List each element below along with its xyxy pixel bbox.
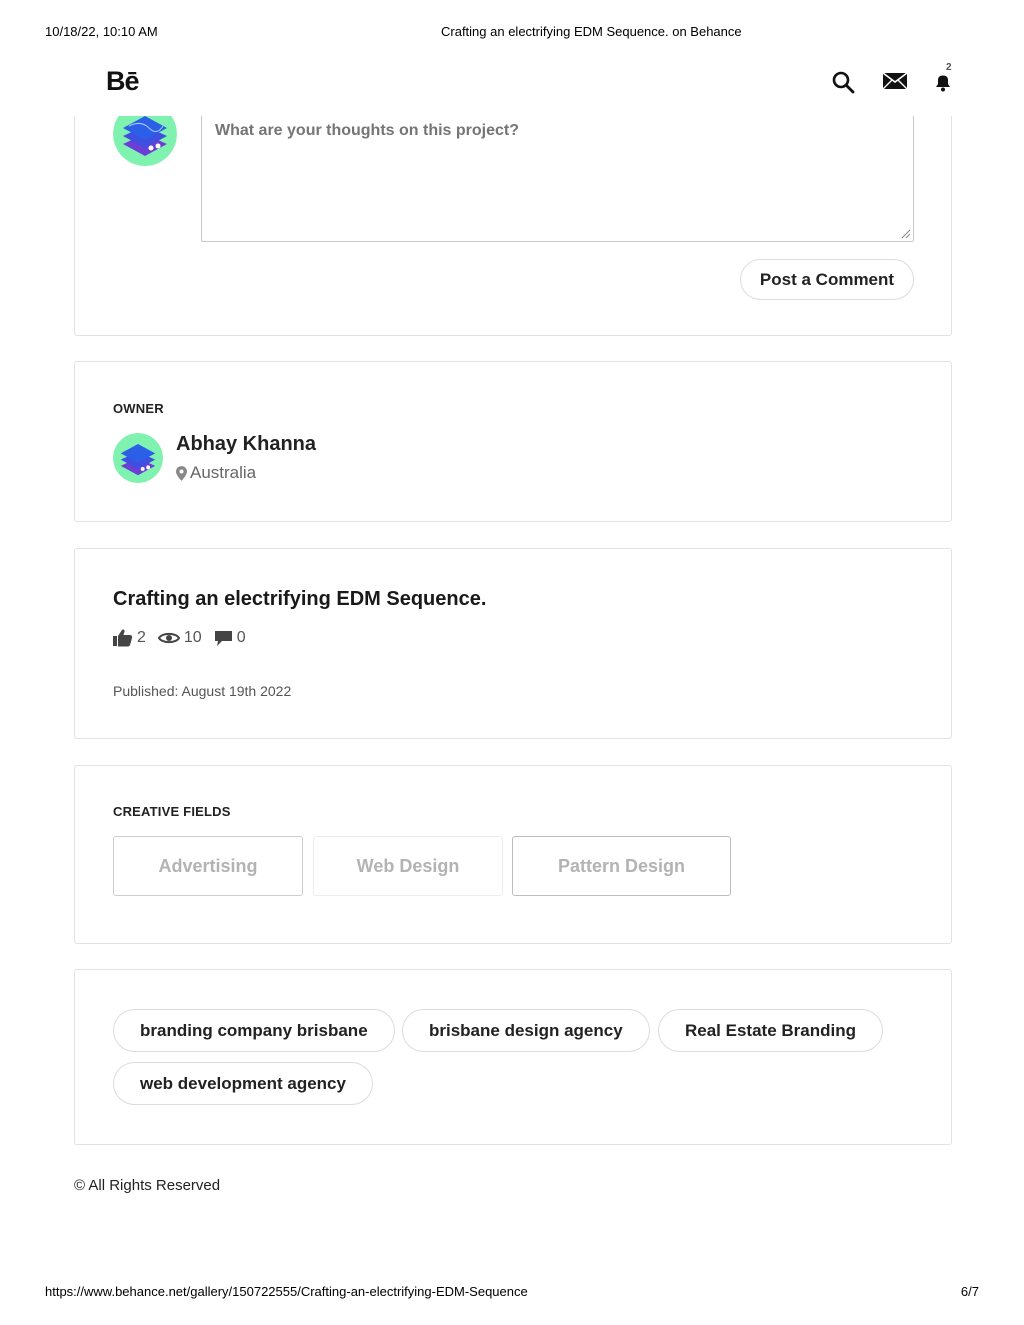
print-header: 10/18/22, 10:10 AM Crafting an electrify…: [0, 24, 1024, 42]
project-info-card: Crafting an electrifying EDM Sequence. 2…: [74, 548, 952, 739]
project-title: Crafting an electrifying EDM Sequence.: [113, 588, 487, 610]
comments-count: 0: [236, 629, 246, 646]
appreciations-count: 2: [137, 629, 146, 646]
owner-name[interactable]: Abhay Khanna: [176, 433, 316, 456]
eye-icon: [157, 632, 180, 644]
tags-card: branding company brisbane brisbane desig…: [74, 969, 952, 1145]
creative-field-web-design[interactable]: Web Design: [313, 836, 503, 896]
views-stat: 10: [157, 629, 202, 647]
copyright-text: © All Rights Reserved: [74, 1177, 221, 1194]
owner-section-label: OWNER: [113, 401, 164, 416]
owner-location: Australia: [176, 463, 256, 483]
creative-field-advertising[interactable]: Advertising: [113, 836, 303, 896]
comment-bubble-icon: [214, 630, 232, 646]
views-count: 10: [183, 629, 202, 646]
tag-pill[interactable]: branding company brisbane: [113, 1009, 395, 1052]
print-page-number: 6/7: [960, 1284, 979, 1299]
project-stats: 2 10 0: [113, 629, 258, 647]
mail-icon[interactable]: [882, 70, 908, 96]
creative-field-pattern-design[interactable]: Pattern Design: [512, 836, 731, 896]
search-icon[interactable]: [831, 70, 857, 96]
top-navigation-bar: Bē 2: [0, 58, 1024, 116]
print-datetime: 10/18/22, 10:10 AM: [45, 24, 158, 39]
thumbs-up-icon: [113, 629, 133, 647]
appreciations-stat: 2: [113, 629, 146, 647]
creative-fields-card: CREATIVE FIELDS Advertising Web Design P…: [74, 765, 952, 944]
notification-badge: 2: [946, 62, 952, 73]
comments-stat: 0: [214, 629, 246, 647]
creative-fields-label: CREATIVE FIELDS: [113, 804, 231, 819]
owner-location-text: Australia: [190, 463, 257, 482]
location-pin-icon: [176, 465, 187, 481]
behance-logo[interactable]: Bē: [106, 66, 140, 97]
print-page-title: Crafting an electrifying EDM Sequence. o…: [441, 24, 742, 39]
post-comment-button[interactable]: Post a Comment: [740, 259, 914, 300]
comment-card: Post a Comment: [74, 90, 952, 336]
owner-avatar[interactable]: [113, 433, 163, 483]
print-footer: https://www.behance.net/gallery/15072255…: [0, 1284, 1024, 1302]
tag-pill[interactable]: Real Estate Branding: [658, 1009, 883, 1052]
tag-pill[interactable]: web development agency: [113, 1062, 373, 1105]
bell-icon[interactable]: [931, 70, 957, 96]
print-url: https://www.behance.net/gallery/15072255…: [45, 1284, 528, 1299]
resize-grip-icon[interactable]: [901, 229, 911, 239]
owner-card: OWNER Abhay Khanna Australia: [74, 361, 952, 522]
comment-input[interactable]: [201, 115, 914, 242]
tag-pill[interactable]: brisbane design agency: [402, 1009, 650, 1052]
published-date: Published: August 19th 2022: [113, 683, 292, 699]
